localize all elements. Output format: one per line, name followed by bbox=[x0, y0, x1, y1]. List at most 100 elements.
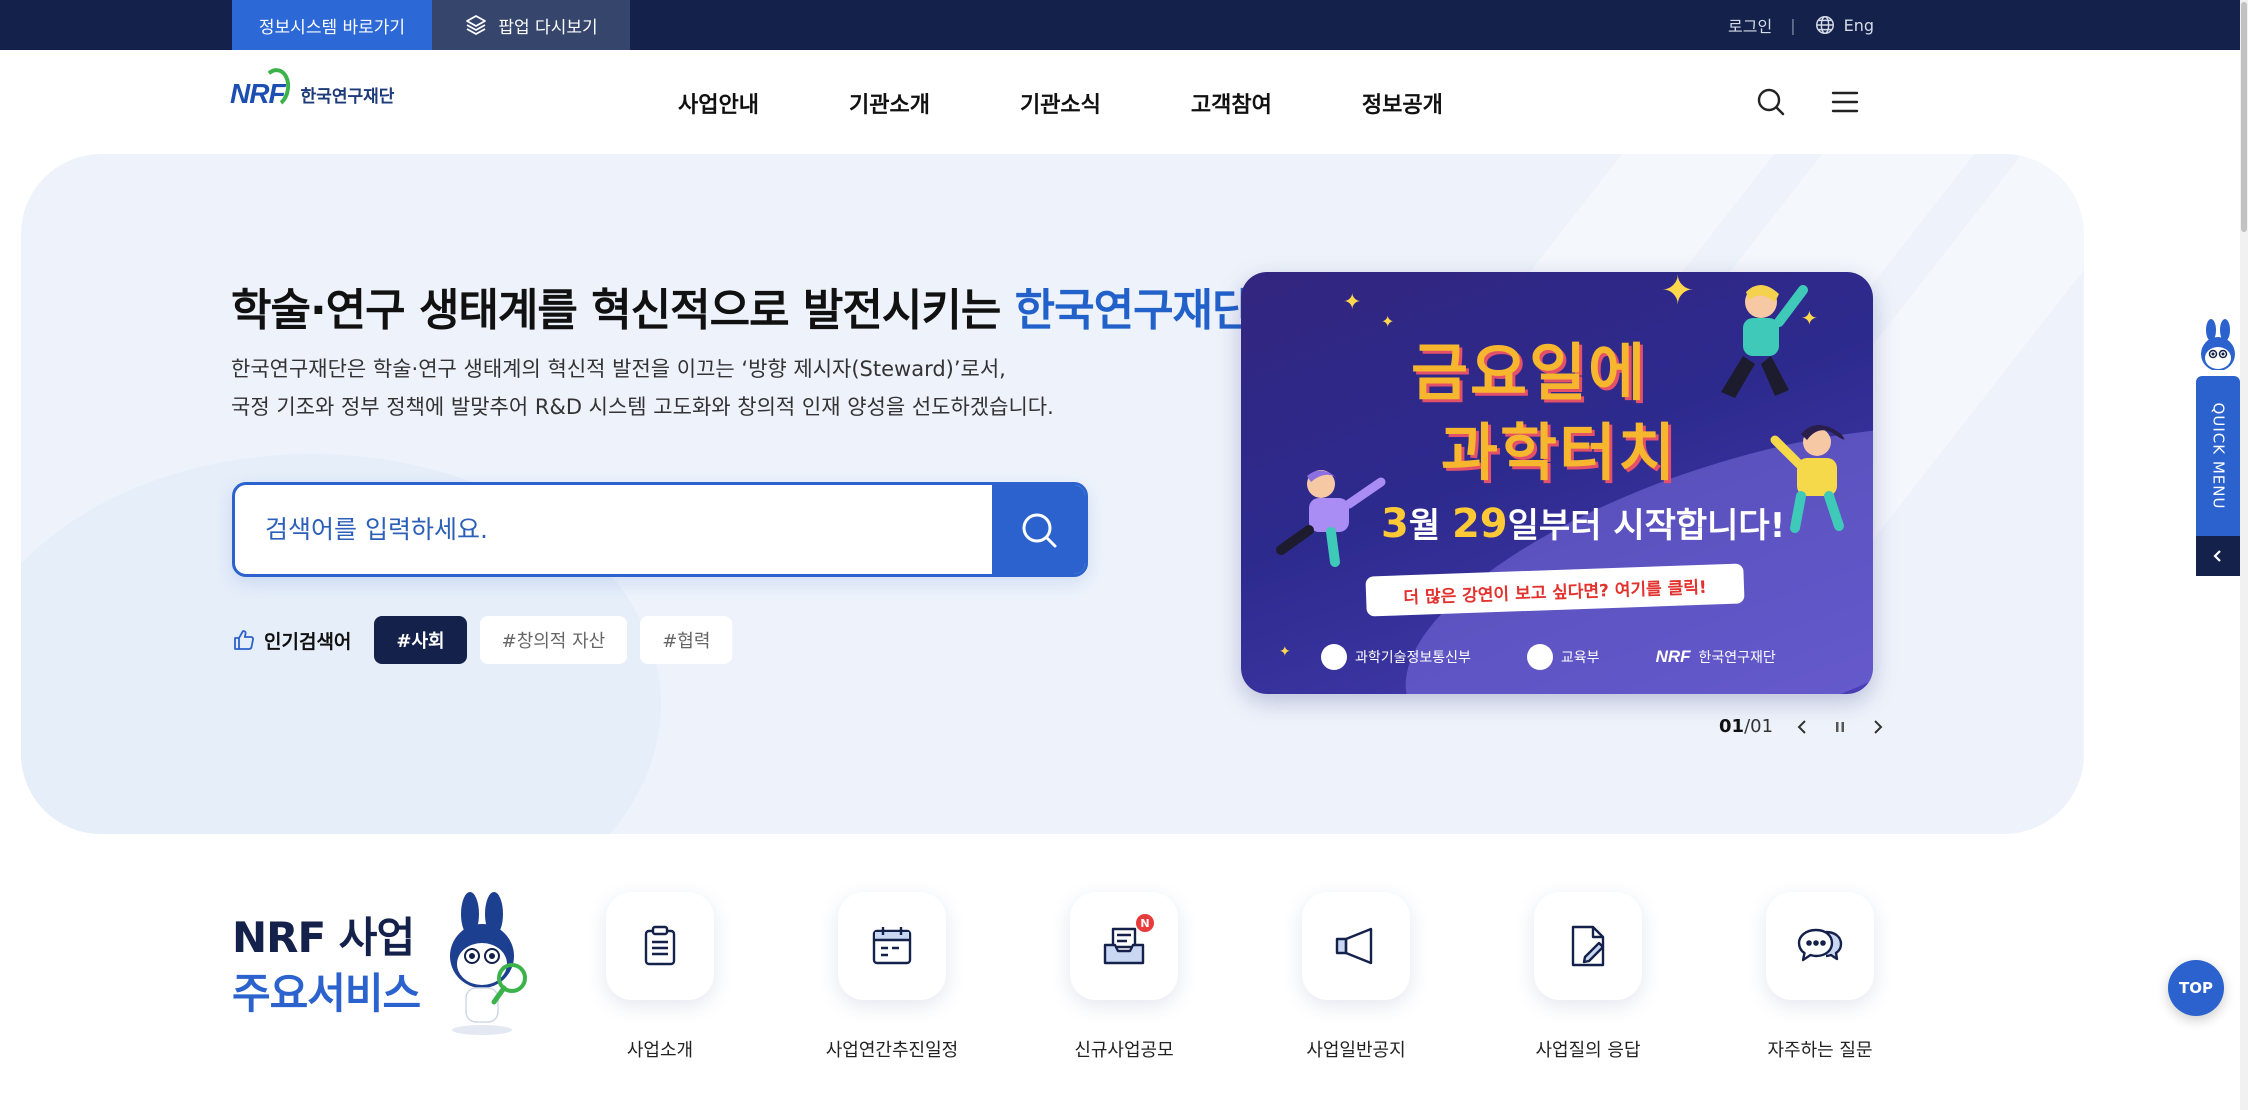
chat-bubbles-icon bbox=[1797, 928, 1843, 962]
service-label: 사업일반공지 bbox=[1306, 1040, 1406, 1061]
popular-keyword-chip[interactable]: #협력 bbox=[640, 616, 733, 664]
clipboard-icon bbox=[644, 925, 676, 966]
astronaut-figure-icon bbox=[1721, 284, 1808, 398]
service-label: 사업질의 응답 bbox=[1535, 1040, 1641, 1061]
service-label: 사업소개 bbox=[626, 1040, 694, 1061]
logo-mark: NRF bbox=[230, 65, 294, 111]
nrf-logo-icon: NRF bbox=[1655, 647, 1691, 666]
quick-menu-label: QUICK MENU bbox=[2209, 402, 2228, 510]
new-badge: N bbox=[1136, 914, 1154, 932]
header-actions bbox=[1755, 86, 1861, 118]
utility-right: 로그인 | Eng bbox=[1728, 0, 1874, 50]
nav-item-participation[interactable]: 고객참여 bbox=[1191, 87, 1272, 119]
globe-icon bbox=[1815, 16, 1834, 34]
service-business-intro[interactable]: 사업소개 bbox=[560, 892, 760, 1062]
hero-title-highlight: 한국연구재단 bbox=[1014, 285, 1253, 336]
search-icon[interactable] bbox=[1755, 86, 1787, 118]
nav-item-business[interactable]: 사업안내 bbox=[678, 87, 759, 119]
star-icon: ✦ bbox=[1343, 290, 1362, 315]
pause-icon bbox=[1836, 721, 1845, 732]
star-icon: ✦ bbox=[1279, 644, 1291, 660]
thumbs-up-icon bbox=[234, 630, 254, 650]
layers-icon bbox=[466, 15, 487, 35]
login-link[interactable]: 로그인 bbox=[1728, 13, 1772, 37]
chevron-right-icon bbox=[1874, 719, 1883, 734]
search-input[interactable] bbox=[235, 485, 995, 574]
services-title: NRF 사업 주요서비스 bbox=[232, 913, 421, 1018]
next-slide-button[interactable] bbox=[1869, 718, 1887, 736]
service-new-call[interactable]: N 신규사업공모 bbox=[1024, 892, 1224, 1062]
service-icon-tile: N bbox=[1070, 892, 1178, 1000]
mascot-with-magnifier-icon bbox=[450, 892, 527, 1035]
government-emblem-icon bbox=[1526, 644, 1553, 670]
logo-text: 한국연구재단 bbox=[300, 86, 395, 107]
megaphone-icon bbox=[1335, 927, 1373, 965]
quick-menu: QUICK MENU bbox=[2196, 318, 2240, 576]
hero-description-line: 국정 기조와 정부 정책에 발맞추어 R&D 시스템 고도화와 창의적 인재 양… bbox=[231, 395, 1054, 419]
nrf-logo[interactable]: NRF 한국연구재단 bbox=[230, 65, 395, 111]
service-label: 자주하는 질문 bbox=[1767, 1040, 1873, 1061]
prev-slide-button[interactable] bbox=[1793, 718, 1811, 736]
service-icon-tile bbox=[1302, 892, 1410, 1000]
popular-keywords: 인기검색어 #사회 #창의적 자산 #협력 bbox=[232, 616, 733, 664]
hero-section: 학술·연구 생태계를 혁신적으로 발전시키는 한국연구재단 한국연구재단은 학술… bbox=[21, 154, 2084, 834]
pause-slide-button[interactable] bbox=[1831, 718, 1849, 736]
hero-title: 학술·연구 생태계를 혁신적으로 발전시키는 한국연구재단 bbox=[231, 285, 1253, 336]
utility-separator: | bbox=[1790, 15, 1796, 35]
popular-keyword-chip[interactable]: #사회 bbox=[374, 616, 467, 664]
banner-title-line: 과학터치 bbox=[1441, 416, 1678, 489]
banner-slider-controls: 01/01 bbox=[1719, 716, 1887, 737]
popup-reopen-button[interactable]: 팝업 다시보기 bbox=[432, 0, 630, 50]
mascot-icon bbox=[2201, 319, 2235, 382]
calendar-icon bbox=[872, 927, 912, 965]
main-nav: 사업안내 기관소개 기관소식 고객참여 정보공개 bbox=[678, 50, 1443, 155]
main-search bbox=[232, 482, 1088, 577]
popular-keywords-label: 인기검색어 bbox=[232, 627, 351, 654]
service-faq[interactable]: 자주하는 질문 bbox=[1720, 892, 1920, 1062]
banner-org: 과학기술정보통신부 bbox=[1321, 644, 1471, 670]
banner-date: 3월 29일부터 시작합니다! bbox=[1381, 501, 1786, 547]
chevron-left-icon bbox=[1797, 719, 1806, 734]
scrollbar-thumb[interactable] bbox=[2241, 2, 2247, 232]
site-header: NRF 한국연구재단 사업안내 기관소개 기관소식 고객참여 정보공개 bbox=[0, 50, 2248, 155]
hero-description: 한국연구재단은 학술·연구 생태계의 혁신적 발전을 이끄는 ‘방향 제시자(S… bbox=[231, 350, 1054, 426]
chevron-left-icon bbox=[2213, 550, 2221, 562]
banner-org: NRF 한국연구재단 bbox=[1655, 647, 1776, 666]
language-label: Eng bbox=[1843, 15, 1874, 35]
language-switch[interactable]: Eng bbox=[1814, 14, 1874, 36]
nav-item-news[interactable]: 기관소식 bbox=[1020, 87, 1101, 119]
quick-menu-toggle[interactable] bbox=[2196, 536, 2240, 576]
utility-bar: 정보시스템 바로가기 팝업 다시보기 로그인 | Eng bbox=[0, 0, 2248, 50]
nav-item-about[interactable]: 기관소개 bbox=[849, 87, 930, 119]
event-banner[interactable]: ✦ ✦ ✦ ✦ ✦ 금요일에 과학터치 3월 29일부터 시작합니다! 더 많은… bbox=[1241, 272, 1873, 694]
info-system-shortcut-button[interactable]: 정보시스템 바로가기 bbox=[232, 0, 432, 50]
hamburger-menu-icon[interactable] bbox=[1829, 86, 1861, 118]
popup-reopen-label: 팝업 다시보기 bbox=[498, 17, 598, 38]
banner-title-line: 금요일에 bbox=[1411, 336, 1648, 409]
government-emblem-icon bbox=[1321, 644, 1347, 670]
service-annual-schedule[interactable]: 사업연간추진일정 bbox=[792, 892, 992, 1062]
service-icon-tile bbox=[838, 892, 946, 1000]
star-icon: ✦ bbox=[1381, 312, 1395, 331]
service-qna[interactable]: 사업질의 응답 bbox=[1488, 892, 1688, 1062]
floating-girl-icon bbox=[1276, 470, 1386, 567]
service-label: 사업연간추진일정 bbox=[825, 1040, 959, 1061]
page-scrollbar[interactable] bbox=[2240, 0, 2248, 1110]
scroll-to-top-button[interactable]: TOP bbox=[2168, 960, 2224, 1016]
page: 정보시스템 바로가기 팝업 다시보기 로그인 | Eng NRF 한국연구재단 … bbox=[0, 0, 2248, 1110]
quick-menu-button[interactable]: QUICK MENU bbox=[2196, 376, 2240, 536]
service-icon-tile bbox=[1534, 892, 1642, 1000]
banner-org: 교육부 bbox=[1526, 644, 1600, 670]
document-edit-icon bbox=[1571, 925, 1605, 967]
service-general-notice[interactable]: 사업일반공지 bbox=[1256, 892, 1456, 1062]
slide-counter: 01/01 bbox=[1719, 716, 1774, 737]
popular-keyword-chip[interactable]: #창의적 자산 bbox=[479, 616, 628, 664]
nav-item-disclosure[interactable]: 정보공개 bbox=[1362, 87, 1443, 119]
service-icon-tile bbox=[606, 892, 714, 1000]
hero-description-line: 한국연구재단은 학술·연구 생태계의 혁신적 발전을 이끄는 ‘방향 제시자(S… bbox=[231, 357, 1006, 381]
star-icon: ✦ bbox=[1661, 272, 1695, 314]
banner-organizations: 과학기술정보통신부 교육부 NRF 한국연구재단 bbox=[1321, 644, 1776, 670]
search-button[interactable] bbox=[992, 485, 1085, 574]
service-icon-tile bbox=[1766, 892, 1874, 1000]
search-icon bbox=[1022, 513, 1056, 547]
